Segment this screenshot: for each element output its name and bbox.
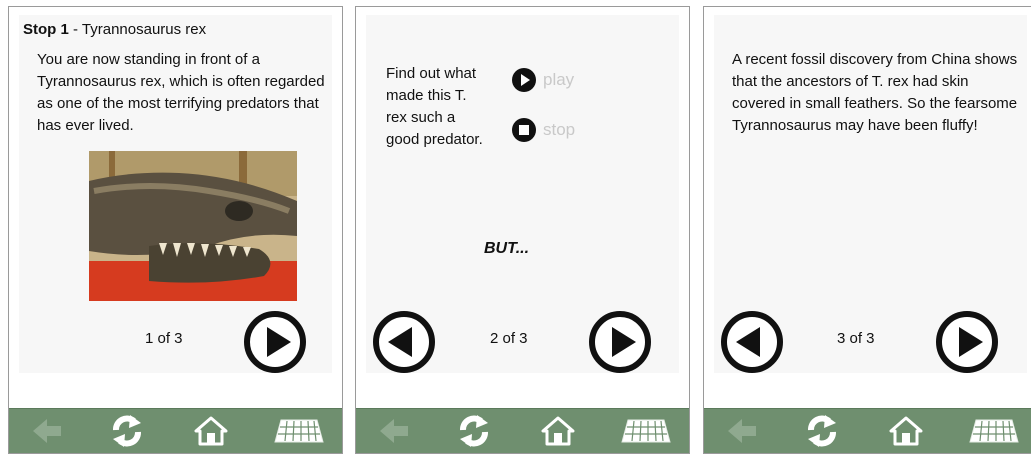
stop-button[interactable]: stop (511, 117, 575, 143)
stop-description: You are now standing in front of a Tyran… (37, 51, 325, 134)
back-arrow-icon (380, 419, 408, 443)
sync-icon (460, 415, 488, 447)
previous-button[interactable] (372, 310, 436, 374)
keyboard-button[interactable] (966, 414, 1022, 448)
audio-prompt: Find out what made this T. rex such a go… (386, 65, 483, 148)
fossil-fact: A recent fossil discovery from China sho… (732, 51, 1018, 134)
next-button[interactable] (243, 310, 307, 374)
home-icon (541, 416, 575, 446)
home-icon (889, 416, 923, 446)
next-arrow-icon (936, 311, 998, 373)
sync-button[interactable] (107, 414, 147, 448)
sync-button[interactable] (802, 414, 842, 448)
page-counter: 3 of 3 (837, 330, 875, 347)
keyboard-icon (969, 419, 1019, 443)
bottom-toolbar (9, 408, 342, 453)
previous-arrow-icon (373, 311, 435, 373)
back-button[interactable] (722, 414, 762, 448)
page-counter: 1 of 3 (145, 330, 183, 347)
play-label: play (543, 70, 575, 89)
sync-icon (113, 415, 141, 447)
screen-stop-3: A recent fossil discovery from China sho… (703, 6, 1031, 454)
home-button[interactable] (538, 414, 578, 448)
keyboard-icon (621, 419, 671, 443)
home-icon (194, 416, 228, 446)
screen-stop-1: Stop 1 - Tyrannosaurus rex You are now s… (8, 6, 343, 454)
keyboard-button[interactable] (271, 414, 327, 448)
stop-label: stop (543, 120, 576, 139)
next-button[interactable] (588, 310, 652, 374)
play-icon (512, 68, 536, 92)
keyboard-button[interactable] (618, 414, 674, 448)
next-arrow-icon (244, 311, 306, 373)
stop-name: - Tyrannosaurus rex (68, 21, 207, 38)
stop-icon (512, 118, 536, 142)
bottom-toolbar (356, 408, 689, 453)
home-button[interactable] (191, 414, 231, 448)
stop-title: Stop 1 - Tyrannosaurus rex (23, 21, 206, 38)
sync-button[interactable] (454, 414, 494, 448)
back-arrow-icon (33, 419, 61, 443)
t-rex-skull-photo (89, 151, 297, 301)
play-button[interactable]: play (511, 67, 574, 93)
back-button[interactable] (27, 414, 67, 448)
previous-button[interactable] (720, 310, 784, 374)
previous-arrow-icon (721, 311, 783, 373)
stop-number: Stop 1 (23, 21, 69, 38)
back-arrow-icon (728, 419, 756, 443)
screen-stop-2: Find out what made this T. rex such a go… (355, 6, 690, 454)
home-button[interactable] (886, 414, 926, 448)
next-button[interactable] (935, 310, 999, 374)
sync-icon (808, 415, 836, 447)
keyboard-icon (274, 419, 324, 443)
next-arrow-icon (589, 311, 651, 373)
bottom-toolbar (704, 408, 1031, 453)
back-button[interactable] (374, 414, 414, 448)
page-counter: 2 of 3 (490, 330, 528, 347)
but-text: BUT... (484, 240, 530, 257)
